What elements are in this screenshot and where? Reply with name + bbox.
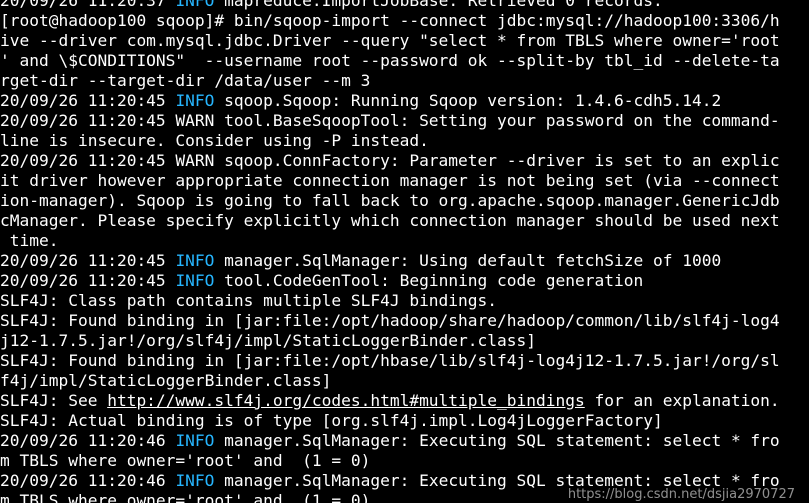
terminal-text: 20/09/26 11:20:45 bbox=[0, 251, 176, 270]
terminal-line: rget-dir --target-dir /data/user --m 3 bbox=[0, 71, 370, 91]
terminal-text: ive --driver com.mysql.jdbc.Driver --que… bbox=[0, 31, 780, 50]
terminal-text: ' and \$CONDITIONS" --username root --pa… bbox=[0, 51, 780, 70]
terminal-line: it driver however appropriate connection… bbox=[0, 171, 780, 191]
terminal-line: SLF4J: Found binding in [jar:file:/opt/h… bbox=[0, 351, 780, 371]
terminal-line: ive --driver com.mysql.jdbc.Driver --que… bbox=[0, 31, 780, 51]
log-level-info: INFO bbox=[175, 91, 215, 110]
terminal-line: 20/09/26 11:20:45 WARN sqoop.ConnFactory… bbox=[0, 151, 780, 171]
terminal-line: cManager. Please specify explicitly whic… bbox=[0, 211, 780, 231]
terminal-line: 20/09/26 11:20:45 INFO manager.SqlManage… bbox=[0, 251, 721, 271]
terminal-text: it driver however appropriate connection… bbox=[0, 171, 780, 190]
terminal-text: manager.SqlManager: Using default fetchS… bbox=[214, 251, 722, 270]
terminal-line: [root@hadoop100 sqoop]# bin/sqoop-import… bbox=[0, 11, 780, 31]
terminal-text: 20/09/26 11:20:45 WARN sqoop.ConnFactory… bbox=[0, 151, 780, 170]
terminal-line: m TBLS where owner='root' and (1 = 0) bbox=[0, 451, 370, 471]
terminal-text: manager.SqlManager: Executing SQL statem… bbox=[214, 431, 780, 450]
terminal-line: f4j/impl/StaticLoggerBinder.class] bbox=[0, 371, 331, 391]
terminal-line: 20/09/26 11:20:45 INFO sqoop.Sqoop: Runn… bbox=[0, 91, 721, 111]
terminal-line: line is insecure. Consider using -P inst… bbox=[0, 131, 429, 151]
terminal-text: cManager. Please specify explicitly whic… bbox=[0, 211, 780, 230]
terminal-text: SLF4J: See bbox=[0, 391, 108, 410]
terminal-line: 20/09/26 11:20:37 INFO mapreduce.ImportJ… bbox=[0, 0, 663, 11]
terminal-text: 20/09/26 11:20:45 bbox=[0, 91, 176, 110]
terminal-text: sqoop.Sqoop: Running Sqoop version: 1.4.… bbox=[214, 91, 722, 110]
terminal-line: time. bbox=[0, 231, 59, 251]
terminal-text: SLF4J: Found binding in [jar:file:/opt/h… bbox=[0, 351, 780, 370]
terminal-text: 20/09/26 11:20:46 bbox=[0, 471, 176, 490]
log-level-info: INFO bbox=[175, 431, 215, 450]
terminal-text: rget-dir --target-dir /data/user --m 3 bbox=[0, 71, 371, 90]
watermark: https://blog.csdn.net/dsjia2970727 bbox=[567, 487, 795, 502]
terminal-text: SLF4J: Actual binding is of type [org.sl… bbox=[0, 411, 663, 430]
terminal-text: 20/09/26 11:20:45 WARN tool.BaseSqoopToo… bbox=[0, 111, 780, 130]
terminal-line: SLF4J: Class path contains multiple SLF4… bbox=[0, 291, 497, 311]
terminal-text: for an explanation. bbox=[584, 391, 780, 410]
terminal-text: 20/09/26 11:20:37 bbox=[0, 0, 176, 10]
terminal-text: j12-1.7.5.jar!/org/slf4j/impl/StaticLogg… bbox=[0, 331, 537, 350]
terminal-text: 20/09/26 11:20:45 bbox=[0, 271, 176, 290]
terminal-text: ion-manager). Sqoop is going to fall bac… bbox=[0, 191, 780, 210]
terminal-text: mapreduce.ImportJobBase: Retrieved 0 rec… bbox=[214, 0, 663, 10]
terminal-text: [root@hadoop100 sqoop]# bin/sqoop-import… bbox=[0, 11, 780, 30]
terminal-text: m TBLS where owner='root' and (1 = 0) bbox=[0, 451, 371, 470]
terminal-line: j12-1.7.5.jar!/org/slf4j/impl/StaticLogg… bbox=[0, 331, 536, 351]
terminal-line: SLF4J: Found binding in [jar:file:/opt/h… bbox=[0, 311, 780, 331]
terminal-output[interactable]: 20/09/26 11:20:37 INFO mapreduce.ImportJ… bbox=[0, 0, 809, 503]
terminal-text: m TBLS where owner='root' and (1 = 0) bbox=[0, 491, 371, 503]
terminal-line: 20/09/26 11:20:45 INFO tool.CodeGenTool:… bbox=[0, 271, 643, 291]
terminal-text: tool.CodeGenTool: Beginning code generat… bbox=[214, 271, 644, 290]
terminal-text: f4j/impl/StaticLoggerBinder.class] bbox=[0, 371, 332, 390]
terminal-line: m TBLS where owner='root' and (1 = 0) bbox=[0, 491, 370, 503]
terminal-text: SLF4J: Found binding in [jar:file:/opt/h… bbox=[0, 311, 780, 330]
log-level-info: INFO bbox=[175, 471, 215, 490]
log-level-info: INFO bbox=[175, 0, 215, 10]
terminal-line: ion-manager). Sqoop is going to fall bac… bbox=[0, 191, 780, 211]
terminal-line: SLF4J: Actual binding is of type [org.sl… bbox=[0, 411, 663, 431]
slf4j-bindings-link[interactable]: http://www.slf4j.org/codes.html#multiple… bbox=[107, 391, 585, 410]
terminal-text: 20/09/26 11:20:46 bbox=[0, 431, 176, 450]
terminal-text: line is insecure. Consider using -P inst… bbox=[0, 131, 429, 150]
terminal-text: time. bbox=[0, 231, 59, 250]
terminal-line: SLF4J: See http://www.slf4j.org/codes.ht… bbox=[0, 391, 780, 411]
terminal-text: SLF4J: Class path contains multiple SLF4… bbox=[0, 291, 498, 310]
terminal-line: 20/09/26 11:20:46 INFO manager.SqlManage… bbox=[0, 431, 780, 451]
terminal-line: 20/09/26 11:20:45 WARN tool.BaseSqoopToo… bbox=[0, 111, 780, 131]
terminal-line: ' and \$CONDITIONS" --username root --pa… bbox=[0, 51, 780, 71]
log-level-info: INFO bbox=[175, 251, 215, 270]
log-level-info: INFO bbox=[175, 271, 215, 290]
